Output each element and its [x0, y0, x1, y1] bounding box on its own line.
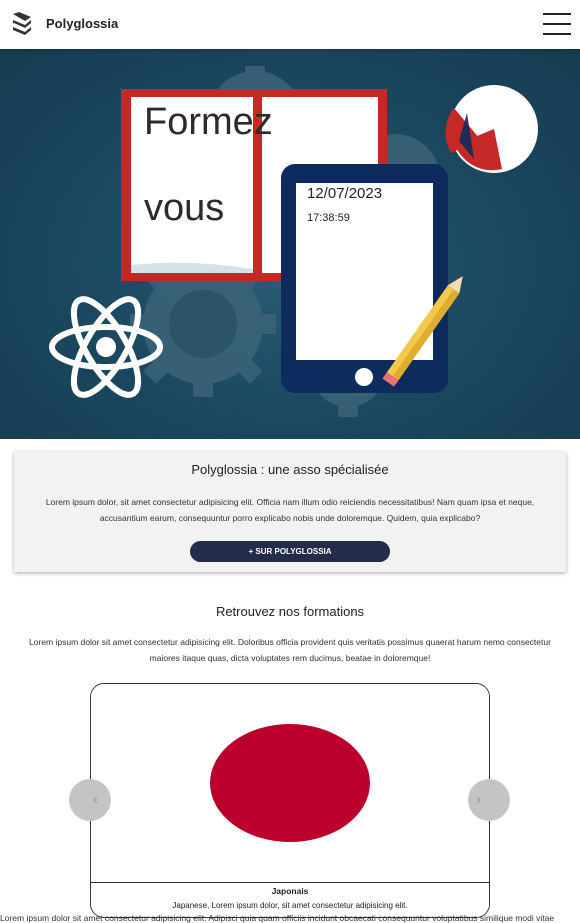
flag-red-circle: [210, 724, 370, 842]
japan-flag-image: [91, 684, 489, 882]
brand-name[interactable]: Polyglossia: [46, 16, 118, 31]
formations-title: Retrouvez nos formations: [215, 604, 365, 619]
formations-text: Lorem ipsum dolor sit amet consectetur a…: [29, 637, 551, 663]
navbar: Polyglossia: [0, 0, 580, 49]
hamburger-icon[interactable]: [543, 13, 571, 35]
about-card: Polyglossia : une asso spécialisée Lorem…: [14, 452, 566, 572]
hero-illustration: [49, 66, 538, 417]
more-about-button[interactable]: + SUR POLYGLOSSIA: [190, 541, 390, 562]
carousel-next-button[interactable]: ›: [468, 779, 510, 821]
slide-title: Japonais: [271, 886, 309, 896]
hero-banner: Formez vous 12/07/2023 17:38:59: [0, 49, 580, 439]
hero-title-line1: Formez: [144, 101, 273, 143]
footer-text: Lorem ipsum dolor sit amet consectetur a…: [0, 913, 555, 923]
about-text: Lorem ipsum dolor, sit amet consectetur …: [45, 497, 535, 523]
hero-time: 17:38:59: [307, 212, 350, 224]
hero-date: 12/07/2023: [307, 185, 383, 202]
about-title: Polyglossia : une asso spécialisée: [191, 462, 389, 477]
formations-carousel[interactable]: Japonais Japanese, Lorem ipsum dolor, si…: [90, 683, 490, 918]
slide-text: Japanese, Lorem ipsum dolor, sit amet co…: [172, 901, 408, 910]
carousel-prev-button[interactable]: ‹: [69, 779, 111, 821]
hero-title-line2: vous: [144, 187, 225, 229]
chevron-right-icon: ›: [476, 791, 481, 808]
chevron-left-icon: ‹: [93, 791, 98, 808]
books-icon[interactable]: [10, 12, 34, 36]
